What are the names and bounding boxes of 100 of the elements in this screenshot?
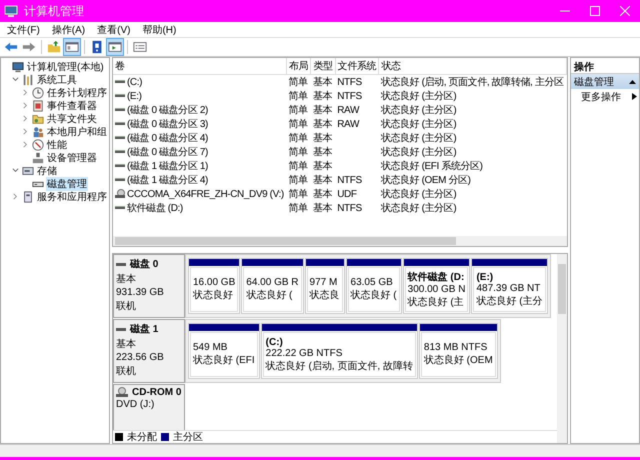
table-cell: 状态良好 (主分区): [380, 105, 456, 116]
tools-icon: [22, 74, 34, 86]
table-cell: 简单: [288, 161, 308, 172]
close-icon: [620, 6, 630, 16]
table-cell-text: (磁盘 0 磁盘分区 3): [127, 118, 208, 131]
disk-name: 磁盘 0: [130, 258, 158, 271]
table-cell: 状态良好 (主分区): [380, 203, 456, 214]
submenu-arrow-icon: [632, 93, 637, 100]
actions-section[interactable]: 磁盘管理: [571, 74, 639, 89]
expand-chevron-icon[interactable]: [12, 193, 19, 200]
partition-status: 状态良好 (OEM: [424, 354, 493, 367]
expand-chevron-icon[interactable]: [22, 89, 29, 96]
volume-icon: [115, 205, 125, 211]
table-cell: UDF: [337, 188, 357, 200]
table-cell: 状态良好 (主分区): [380, 119, 456, 130]
tree-item[interactable]: 共享文件夹: [46, 112, 98, 126]
menu-item[interactable]: 帮助(H): [141, 22, 178, 36]
column-header[interactable]: 状态: [378, 58, 566, 74]
menu-item[interactable]: 查看(V): [96, 22, 132, 36]
partition-block[interactable]: 813 MB NTFS 状态良好 (OEM: [418, 323, 498, 379]
partition-size: 16.00 GB: [193, 277, 236, 288]
partition-block[interactable]: 63.05 GB 状态良好 (: [346, 258, 402, 314]
expand-chevron-icon[interactable]: [22, 102, 29, 109]
tree-item[interactable]: 系统工具: [36, 72, 78, 86]
volume-icon: [115, 177, 125, 183]
collapse-chevron-icon[interactable]: [12, 167, 19, 174]
column-header[interactable]: 文件系统: [335, 58, 379, 74]
volume-icon: [115, 149, 125, 155]
vertical-scrollbar[interactable]: [557, 254, 567, 443]
volume-icon: [115, 107, 125, 113]
expand-chevron-icon[interactable]: [22, 115, 29, 122]
menu-item[interactable]: 文件(F): [6, 22, 41, 36]
volume-icon: [115, 135, 125, 141]
table-cell: 简单: [288, 175, 308, 186]
table-cell: 简单: [288, 91, 308, 102]
tree-item[interactable]: 本地用户和组: [46, 124, 108, 138]
disk-type: DVD (J:): [116, 399, 156, 410]
app-icon: [4, 4, 18, 18]
tree-item[interactable]: 计算机管理(本地): [26, 60, 105, 74]
up-folder-icon[interactable]: [46, 39, 62, 55]
disk-status: 联机: [116, 364, 137, 378]
partition-block[interactable]: 软件磁盘 (D: 300.00 GB N 状态良好 (主: [402, 258, 470, 314]
table-cell: 基本: [312, 161, 332, 172]
table-cell: 简单: [288, 189, 308, 200]
table-cell: (E:): [127, 90, 142, 102]
expand-chevron-icon[interactable]: [22, 141, 29, 148]
table-cell: NTFS: [337, 90, 362, 102]
column-header[interactable]: 卷: [113, 58, 287, 74]
volume-icon: [115, 163, 125, 169]
disk-status: 联机: [116, 300, 137, 313]
partition-block[interactable]: (C:) 222.22 GB NTFS 状态良好 (启动, 页面文件, 故障转: [260, 323, 418, 379]
menu-item[interactable]: 操作(A): [50, 22, 86, 36]
table-cell: 基本: [312, 189, 332, 200]
collapse-icon[interactable]: [629, 79, 636, 84]
collapse-chevron-icon[interactable]: [12, 76, 19, 83]
legend-label: 未分配: [127, 430, 157, 444]
table-cell-text: 软件磁盘 (D:): [127, 202, 183, 215]
computer-icon: [12, 60, 24, 72]
tree-item[interactable]: 存储: [36, 164, 58, 178]
table-cell: 基本: [312, 119, 332, 130]
disk-size: 931.39 GB: [116, 287, 165, 298]
partition-status: 状态良好 (主分: [476, 294, 543, 308]
table-cell: 状态良好 (EFI 系统分区): [380, 161, 483, 172]
volume-icon: [115, 79, 125, 85]
tree-item[interactable]: 设备管理器: [46, 150, 98, 164]
tree-item[interactable]: 磁盘管理: [46, 176, 88, 190]
tree-item[interactable]: 服务和应用程序: [36, 190, 108, 204]
properties-icon[interactable]: [132, 39, 148, 55]
table-cell: 基本: [312, 133, 332, 144]
expand-chevron-icon[interactable]: [22, 128, 29, 135]
partition-block[interactable]: 64.00 GB R 状态良好 (: [241, 258, 304, 314]
partition-block[interactable]: (E:) 487.39 GB NT 状态良好 (主分: [471, 258, 548, 314]
table-cell: 状态良好 (主分区): [380, 189, 456, 200]
partition-status: 状态良好 (: [246, 288, 294, 302]
event-viewer-icon: [32, 100, 44, 112]
table-cell: 基本: [312, 91, 332, 102]
show-tree-icon[interactable]: [64, 39, 80, 55]
table-cell: NTFS: [337, 202, 362, 214]
partition-block[interactable]: 16.00 GB 状态良好: [188, 258, 240, 314]
partition-status: 状态良好 (启动, 页面文件, 故障转: [266, 360, 413, 372]
tree-item[interactable]: 性能: [46, 138, 68, 152]
table-cell: 简单: [288, 77, 308, 88]
tree-item[interactable]: 任务计划程序: [46, 86, 108, 100]
table-cell: CCCOMA_X64FRE_ZH-CN_DV9 (V:): [127, 188, 284, 200]
partition-size: 549 MB: [193, 342, 228, 353]
partition-block[interactable]: 977 M 状态良: [304, 258, 345, 314]
action-link[interactable]: 更多操作: [581, 90, 621, 104]
partition-block[interactable]: 549 MB 状态良好 (EFI: [188, 323, 260, 379]
column-header[interactable]: 布局: [286, 58, 311, 74]
partition-status: 状态良: [310, 288, 340, 302]
table-cell: 状态良好 (OEM 分区): [380, 175, 471, 186]
table-cell: 基本: [312, 147, 332, 158]
show-pane-icon[interactable]: [107, 39, 123, 55]
partition-status: 状态良好 (主: [408, 296, 465, 309]
column-header[interactable]: 类型: [310, 58, 336, 74]
tree-item[interactable]: 事件查看器: [46, 98, 98, 112]
table-cell: 状态良好 (启动, 页面文件, 故障转储, 主分区: [380, 77, 564, 88]
partition-status: 状态良好 (: [350, 288, 397, 302]
users-icon: [32, 126, 44, 138]
horizontal-scrollbar[interactable]: [113, 236, 567, 246]
